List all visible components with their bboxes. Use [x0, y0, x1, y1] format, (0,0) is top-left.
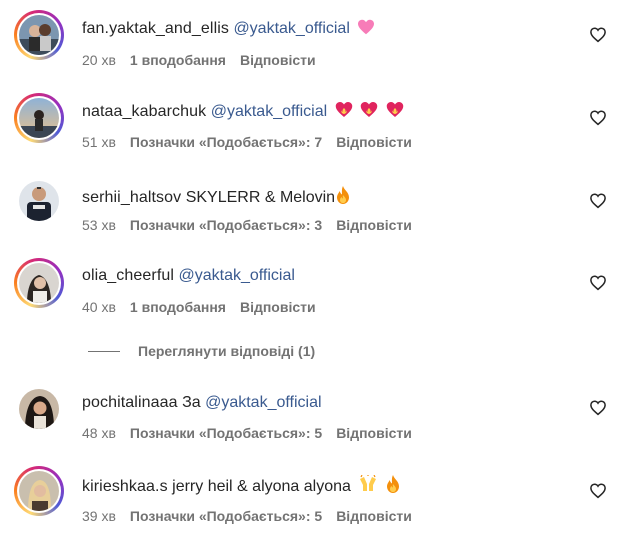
- comment-text: fan.yaktak_and_ellis @yaktak_official: [82, 19, 375, 41]
- fire-icon: [386, 475, 400, 499]
- comment-username[interactable]: olia_cheerful: [82, 267, 174, 284]
- comment-mention[interactable]: @yaktak_official: [178, 267, 294, 284]
- comment-mention[interactable]: @yaktak_official: [211, 103, 327, 120]
- comment-text: serhii_haltsov SKYLERR & Melovin: [82, 186, 350, 210]
- comment-likes[interactable]: 1 вподобання: [130, 298, 226, 316]
- comment-text: olia_cheerful @yaktak_official: [82, 266, 295, 286]
- comment-time[interactable]: 40 хв: [82, 298, 116, 316]
- like-heart-icon[interactable]: [589, 109, 609, 129]
- comment-mention[interactable]: @yaktak_official: [205, 394, 321, 411]
- comment-text: pochitalinaaa За @yaktak_official: [82, 393, 322, 413]
- like-heart-icon[interactable]: [589, 399, 609, 419]
- comment-meta: 51 хв Позначки «Подобається»: 7 Відповісти: [82, 133, 426, 151]
- comment-meta: 53 хв Позначки «Подобається»: 3 Відповісти: [82, 216, 426, 234]
- comment-body: За: [182, 394, 201, 411]
- comment-text: nataa_kabarchuk @yaktak_official: [82, 101, 404, 124]
- like-heart-icon[interactable]: [589, 482, 609, 502]
- comment-meta: 40 хв 1 вподобання Відповісти: [82, 298, 330, 316]
- reply-button[interactable]: Відповісти: [240, 51, 316, 69]
- comment-meta: 20 хв 1 вподобання Відповісти: [82, 51, 330, 69]
- heart-on-fire-icon: [386, 101, 404, 124]
- comment-body: jerry heil & alyona alyona: [172, 478, 351, 495]
- avatar[interactable]: [14, 93, 64, 143]
- comment-time[interactable]: 20 хв: [82, 51, 116, 69]
- like-heart-icon[interactable]: [589, 274, 609, 294]
- avatar[interactable]: [14, 10, 64, 60]
- comment-time[interactable]: 51 хв: [82, 133, 116, 151]
- reply-button[interactable]: Відповісти: [336, 424, 412, 442]
- comment-mention[interactable]: @yaktak_official: [233, 20, 349, 37]
- raising-hands-icon: [358, 474, 378, 499]
- comment-text: kirieshkaa.s jerry heil & alyona alyona: [82, 474, 400, 499]
- comment-time[interactable]: 39 хв: [82, 507, 116, 525]
- comment-username[interactable]: serhii_haltsov: [82, 189, 181, 206]
- reply-button[interactable]: Відповісти: [336, 216, 412, 234]
- comment-time[interactable]: 53 хв: [82, 216, 116, 234]
- heart-on-fire-icon: [360, 101, 378, 124]
- comment-likes[interactable]: Позначки «Подобається»: 5: [130, 507, 322, 525]
- pink-heart-icon: [357, 19, 375, 41]
- avatar[interactable]: [14, 176, 64, 226]
- like-heart-icon[interactable]: [589, 192, 609, 212]
- divider: [88, 350, 120, 352]
- comment-body: SKYLERR & Melovin: [185, 189, 336, 206]
- avatar[interactable]: [14, 466, 64, 516]
- comment-likes[interactable]: Позначки «Подобається»: 3: [130, 216, 322, 234]
- view-replies-button[interactable]: Переглянути відповіді (1): [88, 342, 315, 360]
- view-replies-label: Переглянути відповіді (1): [138, 343, 316, 359]
- comment-username[interactable]: fan.yaktak_and_ellis: [82, 20, 229, 37]
- like-heart-icon[interactable]: [589, 26, 609, 46]
- fire-icon: [336, 186, 350, 210]
- comment-time[interactable]: 48 хв: [82, 424, 116, 442]
- avatar[interactable]: [14, 258, 64, 308]
- comment-likes[interactable]: Позначки «Подобається»: 5: [130, 424, 322, 442]
- comment-username[interactable]: kirieshkaa.s: [82, 478, 168, 495]
- heart-on-fire-icon: [335, 101, 353, 124]
- comment-username[interactable]: nataa_kabarchuk: [82, 103, 206, 120]
- reply-button[interactable]: Відповісти: [336, 133, 412, 151]
- comment-likes[interactable]: 1 вподобання: [130, 51, 226, 69]
- comment-meta: 48 хв Позначки «Подобається»: 5 Відповісти: [82, 424, 426, 442]
- reply-button[interactable]: Відповісти: [336, 507, 412, 525]
- comment-meta: 39 хв Позначки «Подобається»: 5 Відповісти: [82, 507, 426, 525]
- comment-username[interactable]: pochitalinaaa: [82, 394, 178, 411]
- comment-likes[interactable]: Позначки «Подобається»: 7: [130, 133, 322, 151]
- avatar[interactable]: [14, 384, 64, 434]
- reply-button[interactable]: Відповісти: [240, 298, 316, 316]
